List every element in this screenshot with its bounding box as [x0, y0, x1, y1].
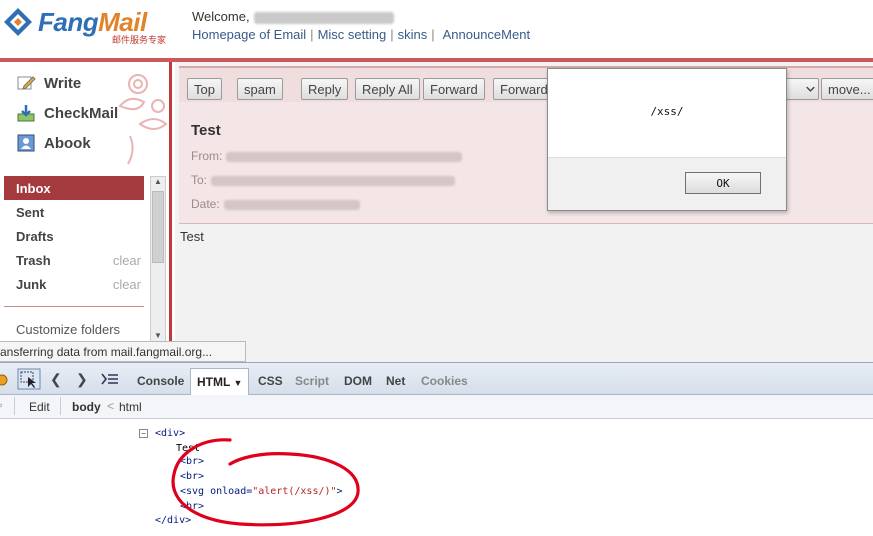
logo-icon [4, 8, 32, 36]
header: FangMail 邮件服务专家 Welcome, Homepage of Ema… [0, 0, 873, 62]
breadcrumb-separator-icon: < [107, 399, 115, 413]
scrollbar-thumb[interactable] [152, 191, 164, 263]
tree-node-br[interactable]: <br> [180, 456, 204, 467]
customize-folders-link[interactable]: Customize folders [16, 322, 120, 337]
folder-select-dropdown[interactable] [785, 78, 819, 100]
firebug-panel: ❮ ❯ Console HTML ▼ CSS Script DOM Net Co… [0, 362, 873, 535]
pencil-icon [17, 76, 36, 90]
tab-css[interactable]: CSS [258, 374, 283, 388]
message-from: From: [191, 149, 463, 163]
spam-button[interactable]: spam [237, 78, 283, 100]
tab-cookies[interactable]: Cookies [421, 374, 468, 388]
chevron-down-icon [806, 86, 815, 92]
address-book-icon [17, 134, 35, 152]
date-redacted [223, 199, 360, 210]
tree-node-br[interactable]: <br> [180, 501, 204, 512]
user-email-redacted [253, 11, 394, 24]
to-redacted [211, 175, 456, 186]
alert-footer: OK [548, 157, 786, 210]
breadcrumb-body[interactable]: body [72, 400, 101, 414]
abook-button[interactable]: Abook [16, 132, 91, 154]
forward-button[interactable]: Forward [423, 78, 485, 100]
forward-icon[interactable]: ❯ [76, 371, 88, 388]
status-bar: ansferring data from mail.fangmail.org..… [0, 341, 246, 362]
tree-node-div-open[interactable]: <div> [155, 428, 185, 439]
link-misc-setting[interactable]: Misc setting [318, 27, 387, 42]
alert-dialog: /xss/ OK [547, 68, 787, 211]
folder-drafts[interactable]: Drafts [4, 224, 144, 248]
firebug-tabbar: ❮ ❯ Console HTML ▼ CSS Script DOM Net Co… [0, 363, 873, 395]
subtoolbar-divider [14, 397, 15, 415]
welcome-text: Welcome, [192, 9, 394, 24]
back-icon[interactable]: ❮ [50, 371, 62, 388]
sidebar: Write CheckMail Abook Inbox Sent Drafts … [0, 62, 172, 362]
panel-icon[interactable]: ▫ [0, 398, 2, 412]
message-to: To: [191, 173, 456, 187]
tree-node-text[interactable]: Test [176, 443, 200, 454]
collapse-icon[interactable]: − [139, 429, 148, 438]
link-homepage[interactable]: Homepage of Email [192, 27, 306, 42]
message-date: Date: [191, 197, 360, 211]
message-subject: Test [191, 122, 221, 139]
tree-node-br[interactable]: <br> [180, 471, 204, 482]
inspect-icon[interactable] [17, 368, 41, 390]
folder-list: Inbox Sent Drafts Trash clear Junk clear [4, 176, 144, 296]
folder-divider [4, 306, 144, 307]
trash-clear-link[interactable]: clear [113, 253, 141, 268]
alert-ok-button[interactable]: OK [685, 172, 761, 194]
download-icon [17, 105, 35, 122]
junk-clear-link[interactable]: clear [113, 277, 141, 292]
folder-trash[interactable]: Trash clear [4, 248, 144, 272]
chevron-down-icon: ▼ [233, 378, 243, 388]
folder-scrollbar[interactable]: ▲ ▼ [150, 176, 166, 344]
tree-node-svg[interactable]: <svg onload="alert(/xss/)"> [180, 486, 343, 497]
edit-button[interactable]: Edit [29, 400, 50, 414]
message-body: Test [180, 229, 204, 244]
reply-button[interactable]: Reply [301, 78, 349, 100]
alert-message: /xss/ [650, 105, 684, 118]
tab-net[interactable]: Net [386, 374, 405, 388]
tab-html[interactable]: HTML ▼ [190, 368, 250, 395]
forward-attachment-button[interactable]: Forward [493, 78, 555, 100]
firebug-subtoolbar: ▫ Edit body < html [0, 395, 873, 419]
folder-inbox[interactable]: Inbox [4, 176, 144, 200]
reply-all-button[interactable]: Reply All [355, 78, 420, 100]
link-announcement[interactable]: AnnounceMent [443, 27, 530, 42]
top-links: Homepage of Email | Misc setting | skins | Ann… [192, 27, 531, 42]
folder-junk[interactable]: Junk clear [4, 272, 144, 296]
from-redacted [226, 151, 463, 162]
scroll-up-icon[interactable]: ▲ [151, 177, 165, 189]
tab-dom[interactable]: DOM [344, 374, 372, 388]
firebug-bug-icon[interactable] [0, 372, 8, 386]
checkmail-button[interactable]: CheckMail [16, 102, 118, 124]
logo-subtitle: 邮件服务专家 [112, 35, 167, 45]
breadcrumb-html[interactable]: html [119, 400, 142, 414]
html-tree: − <div> Test <br> <br> <svg onload="aler… [0, 419, 873, 536]
subtoolbar-divider [60, 397, 61, 415]
tree-node-div-close[interactable]: </div> [155, 515, 191, 526]
top-button[interactable]: Top [187, 78, 222, 100]
fangmail-logo[interactable]: FangMail 邮件服务专家 [2, 4, 170, 48]
write-button[interactable]: Write [16, 72, 81, 94]
command-line-icon[interactable] [101, 373, 119, 385]
tab-console[interactable]: Console [137, 374, 184, 388]
tab-script[interactable]: Script [295, 374, 329, 388]
folder-sent[interactable]: Sent [4, 200, 144, 224]
link-skins[interactable]: skins [398, 27, 428, 42]
move-button[interactable]: move... [821, 78, 873, 100]
